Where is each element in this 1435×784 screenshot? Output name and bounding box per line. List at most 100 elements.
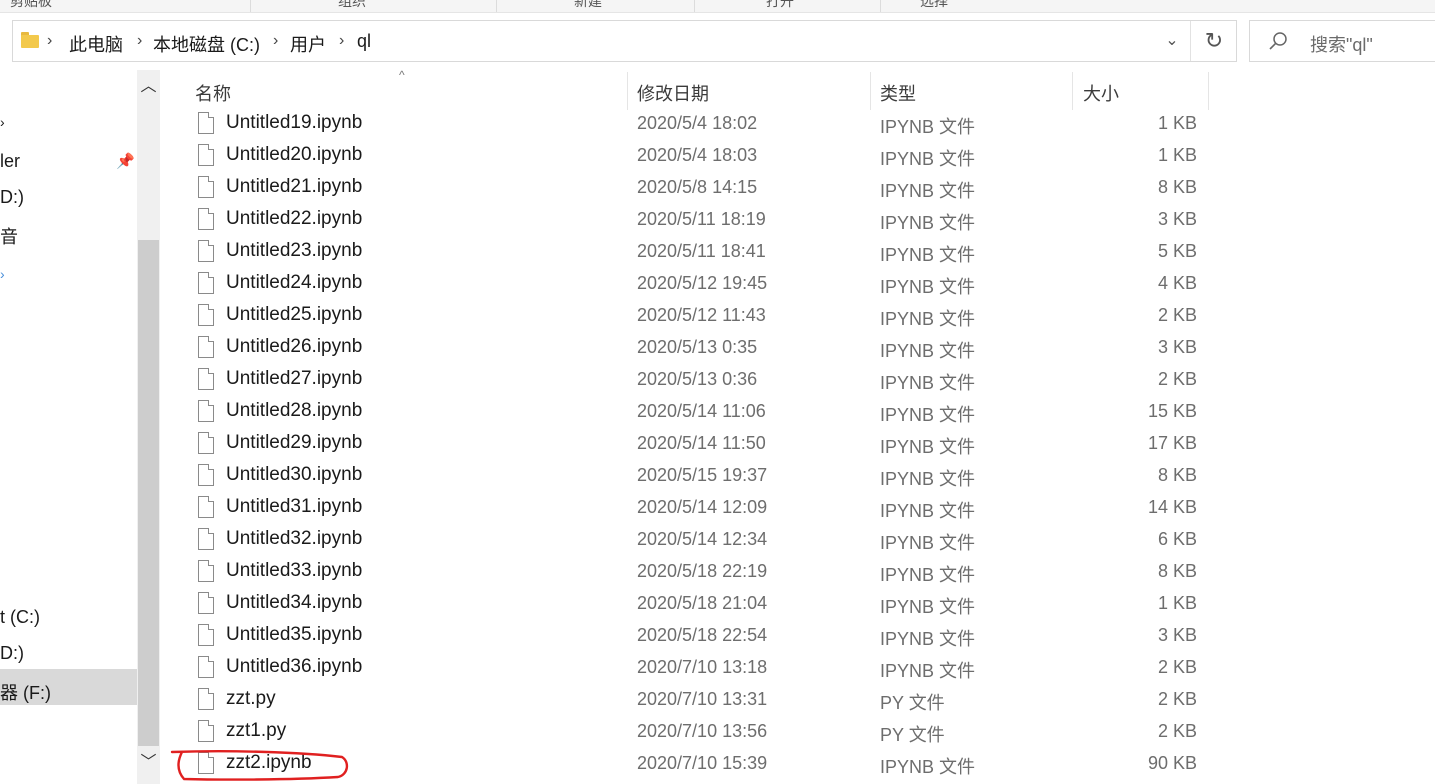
file-name[interactable]: Untitled32.ipynb <box>226 528 362 550</box>
file-name[interactable]: zzt1.py <box>226 720 286 742</box>
file-icon <box>198 400 214 422</box>
column-divider[interactable] <box>627 72 628 110</box>
file-type: IPYNB 文件 <box>880 533 976 553</box>
file-name[interactable]: Untitled34.ipynb <box>226 592 362 614</box>
column-divider[interactable] <box>870 72 871 110</box>
file-name[interactable]: Untitled35.ipynb <box>226 624 362 646</box>
chevron-right-icon[interactable]: › <box>273 32 278 50</box>
file-name[interactable]: Untitled36.ipynb <box>226 656 362 678</box>
ribbon-group-open[interactable]: 打开 <box>766 0 794 11</box>
file-size: 1 KB <box>1157 593 1197 613</box>
file-row[interactable]: Untitled32.ipynb 2020/5/14 12:34 IPYNB 文件 6… <box>0 523 1435 555</box>
file-modified-date: 2020/5/13 0:36 <box>637 369 758 389</box>
file-size: 3 KB <box>1157 337 1197 357</box>
file-type: IPYNB 文件 <box>880 341 976 361</box>
file-row[interactable]: Untitled28.ipynb 2020/5/14 11:06 IPYNB 文件 1… <box>0 395 1435 427</box>
file-size: 17 KB <box>1147 433 1197 453</box>
file-icon <box>198 176 214 198</box>
chevron-down-icon[interactable]: ⌄ <box>1158 29 1186 53</box>
file-row[interactable]: Untitled33.ipynb 2020/5/18 22:19 IPYNB 文件 8… <box>0 555 1435 587</box>
column-header-date[interactable]: 修改日期 <box>637 80 709 106</box>
file-row[interactable]: Untitled30.ipynb 2020/5/15 19:37 IPYNB 文件 8… <box>0 459 1435 491</box>
ribbon-separator <box>694 0 695 12</box>
file-modified-date: 2020/5/8 14:15 <box>637 177 758 197</box>
column-header-type[interactable]: 类型 <box>880 80 916 106</box>
file-name[interactable]: Untitled26.ipynb <box>226 336 362 358</box>
column-header-name[interactable]: 名称 <box>195 80 231 106</box>
file-name[interactable]: Untitled31.ipynb <box>226 496 362 518</box>
chevron-right-icon[interactable]: › <box>137 32 142 50</box>
breadcrumb-local-disk-c[interactable]: 本地磁盘 (C:) <box>153 31 260 57</box>
file-name[interactable]: zzt2.ipynb <box>226 752 312 774</box>
file-row[interactable]: Untitled22.ipynb 2020/5/11 18:19 IPYNB 文件 3… <box>0 203 1435 235</box>
file-row[interactable]: Untitled23.ipynb 2020/5/11 18:41 IPYNB 文件 5… <box>0 235 1435 267</box>
search-input[interactable]: 搜索"ql" <box>1310 31 1373 57</box>
file-row[interactable]: Untitled25.ipynb 2020/5/12 11:43 IPYNB 文件 2… <box>0 299 1435 331</box>
file-row[interactable]: Untitled19.ipynb 2020/5/4 18:02 IPYNB 文件 1 … <box>0 107 1435 139</box>
file-size: 1 KB <box>1157 113 1197 133</box>
breadcrumb-ql[interactable]: ql <box>357 31 371 52</box>
file-size: 15 KB <box>1147 401 1197 421</box>
file-name[interactable]: Untitled21.ipynb <box>226 176 362 198</box>
file-row[interactable]: Untitled36.ipynb 2020/7/10 13:18 IPYNB 文件 2… <box>0 651 1435 683</box>
search-box[interactable]: 搜索"ql" <box>1249 20 1435 62</box>
file-name[interactable]: Untitled33.ipynb <box>226 560 362 582</box>
refresh-icon[interactable]: ↻ <box>1201 28 1227 54</box>
file-type: IPYNB 文件 <box>880 277 976 297</box>
file-icon <box>198 272 214 294</box>
file-size: 2 KB <box>1157 369 1197 389</box>
file-icon <box>198 144 214 166</box>
file-row[interactable]: zzt.py 2020/7/10 13:31 PY 文件 2 KB <box>0 683 1435 715</box>
address-bar[interactable]: › 此电脑 › 本地磁盘 (C:) › 用户 › ql ⌄ ↻ <box>12 20 1237 62</box>
ribbon-group-new[interactable]: 新建 <box>574 0 602 11</box>
file-row[interactable]: zzt2.ipynb 2020/7/10 15:39 IPYNB 文件 90 KB <box>0 747 1435 779</box>
file-name[interactable]: Untitled20.ipynb <box>226 144 362 166</box>
file-name[interactable]: zzt.py <box>226 688 276 710</box>
file-icon <box>198 304 214 326</box>
file-icon <box>198 432 214 454</box>
file-row[interactable]: Untitled26.ipynb 2020/5/13 0:35 IPYNB 文件 3 … <box>0 331 1435 363</box>
file-type: IPYNB 文件 <box>880 757 976 777</box>
file-row[interactable]: Untitled27.ipynb 2020/5/13 0:36 IPYNB 文件 2 … <box>0 363 1435 395</box>
file-name[interactable]: Untitled29.ipynb <box>226 432 362 454</box>
file-name[interactable]: Untitled23.ipynb <box>226 240 362 262</box>
file-row[interactable]: Untitled34.ipynb 2020/5/18 21:04 IPYNB 文件 1… <box>0 587 1435 619</box>
chevron-right-icon[interactable]: › <box>47 32 52 50</box>
file-modified-date: 2020/7/10 13:18 <box>637 657 768 677</box>
file-icon <box>198 528 214 550</box>
breadcrumb-this-pc[interactable]: 此电脑 <box>69 31 123 57</box>
ribbon-separator <box>880 0 881 12</box>
file-name[interactable]: Untitled27.ipynb <box>226 368 362 390</box>
ribbon-group-select[interactable]: 选择 <box>920 0 948 11</box>
column-header-size[interactable]: 大小 <box>1083 80 1119 106</box>
ribbon-group-organize[interactable]: 组织 <box>338 0 366 11</box>
file-row[interactable]: Untitled21.ipynb 2020/5/8 14:15 IPYNB 文件 8 … <box>0 171 1435 203</box>
file-name[interactable]: Untitled22.ipynb <box>226 208 362 230</box>
file-name[interactable]: Untitled24.ipynb <box>226 272 362 294</box>
file-name[interactable]: Untitled25.ipynb <box>226 304 362 326</box>
file-size: 2 KB <box>1157 305 1197 325</box>
file-name[interactable]: Untitled28.ipynb <box>226 400 362 422</box>
file-icon <box>198 496 214 518</box>
file-modified-date: 2020/5/4 18:02 <box>637 113 758 133</box>
breadcrumb-users[interactable]: 用户 <box>290 31 326 57</box>
file-row[interactable]: zzt1.py 2020/7/10 13:56 PY 文件 2 KB <box>0 715 1435 747</box>
file-modified-date: 2020/5/14 12:09 <box>637 497 768 517</box>
ribbon-group-clipboard[interactable]: 剪贴板 <box>10 0 52 11</box>
column-divider[interactable] <box>1072 72 1073 110</box>
file-name[interactable]: Untitled30.ipynb <box>226 464 362 486</box>
file-row[interactable]: Untitled31.ipynb 2020/5/14 12:09 IPYNB 文件 1… <box>0 491 1435 523</box>
file-name[interactable]: Untitled19.ipynb <box>226 112 362 134</box>
file-type: IPYNB 文件 <box>880 245 976 265</box>
ribbon-separator <box>250 0 251 12</box>
chevron-right-icon[interactable]: › <box>339 32 344 50</box>
scroll-up-icon[interactable]: ︿ <box>137 70 160 104</box>
file-row[interactable]: Untitled29.ipynb 2020/5/14 11:50 IPYNB 文件 1… <box>0 427 1435 459</box>
file-size: 1 KB <box>1157 145 1197 165</box>
file-row[interactable]: Untitled24.ipynb 2020/5/12 19:45 IPYNB 文件 4… <box>0 267 1435 299</box>
file-size: 2 KB <box>1157 657 1197 677</box>
file-row[interactable]: Untitled35.ipynb 2020/5/18 22:54 IPYNB 文件 3… <box>0 619 1435 651</box>
file-type: IPYNB 文件 <box>880 661 976 681</box>
file-row[interactable]: Untitled20.ipynb 2020/5/4 18:03 IPYNB 文件 1 … <box>0 139 1435 171</box>
column-divider[interactable] <box>1208 72 1209 110</box>
